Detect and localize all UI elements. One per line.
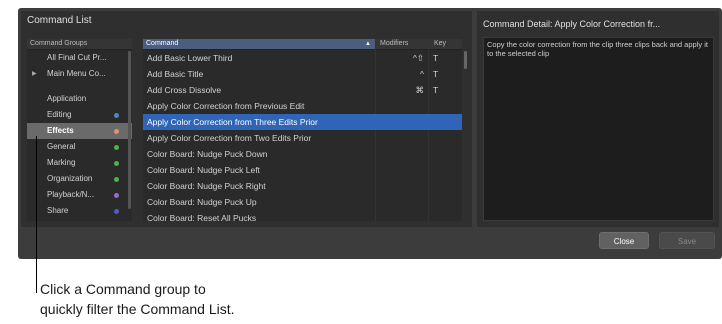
callout-caption: Click a Command group to quickly filter … [40,279,235,319]
command-row[interactable]: Color Board: Nudge Puck Right [143,178,462,194]
command-key: T [433,85,439,95]
modifiers-column-header[interactable]: Modifiers [380,39,408,49]
command-group-label: Marking [47,158,76,167]
command-column-header[interactable]: Command ▲ [143,39,375,49]
group-color-dot-icon [114,145,119,150]
command-group-label: Application [47,94,87,103]
command-row[interactable]: Apply Color Correction from Three Edits … [143,114,462,130]
command-name: Add Basic Lower Third [147,53,233,63]
command-row[interactable]: Color Board: Nudge Puck Down [143,146,462,162]
command-name: Apply Color Correction from Previous Edi… [147,101,305,111]
group-color-dot-icon [114,129,119,134]
command-groups-header[interactable]: Command Groups [27,39,132,50]
command-column-label: Command [146,40,179,47]
groups-scrollbar[interactable] [128,51,131,209]
command-row[interactable]: Apply Color Correction from Two Edits Pr… [143,130,462,146]
callout-line [36,136,37,293]
command-name: Apply Color Correction from Two Edits Pr… [147,133,312,143]
command-row[interactable]: Color Board: Reset All Pucks [143,210,462,221]
command-group-label: All Final Cut Pr... [47,53,107,62]
command-name: Color Board: Nudge Puck Left [147,165,260,175]
command-groups-list[interactable]: Command Groups All Final Cut Pr... ▶ Main … [27,39,132,221]
command-name: Color Board: Nudge Puck Right [147,181,266,191]
command-group-item[interactable]: ▶ Main Menu Co... [27,66,132,82]
close-button[interactable]: Close [599,232,649,249]
command-group-item[interactable]: Organization [27,171,132,187]
command-group-item[interactable]: Application [27,91,132,107]
panel-title: Command List [27,15,92,26]
command-group-item[interactable]: Playback/N... [27,187,132,203]
group-color-dot-icon [114,177,119,182]
commands-table[interactable]: Command ▲ Modifiers Key Add Basic Lower … [143,39,462,221]
command-name: Apply Color Correction from Three Edits … [147,117,318,127]
command-name: Add Basic Title [147,69,204,79]
group-color-dot-icon [114,161,119,166]
command-modifiers: ^⇧ [412,53,424,63]
command-row[interactable]: Color Board: Nudge Puck Up [143,194,462,210]
command-detail-title: Command Detail: Apply Color Correction f… [483,19,661,29]
save-button[interactable]: Save [659,232,715,249]
group-color-dot-icon [114,113,119,118]
command-row[interactable]: Color Board: Nudge Puck Left [143,162,462,178]
command-group-item[interactable]: Effects [27,123,132,139]
command-group-label: General [47,142,76,151]
group-color-dot-icon [114,193,119,198]
command-row[interactable]: Add Basic Lower Third ^⇧ T [143,50,462,66]
command-group-label: Organization [47,174,93,183]
command-row[interactable]: Apply Color Correction from Previous Edi… [143,98,462,114]
command-detail-description: Copy the color correction from the clip … [483,37,714,221]
command-list-window: Command List Command Groups All Final Cu… [18,8,722,259]
callout-line-1: Click a Command group to [40,281,206,297]
callout-line-2: quickly filter the Command List. [40,301,235,317]
command-group-item[interactable]: All Final Cut Pr... [27,50,132,66]
command-name: Color Board: Reset All Pucks [147,213,257,221]
command-modifiers: ⌘ [415,85,425,95]
commands-scrollbar[interactable] [464,51,467,69]
command-group-label: Main Menu Co... [47,69,106,78]
command-name: Color Board: Nudge Puck Up [147,197,257,207]
command-group-item[interactable]: General [27,139,132,155]
key-column-header[interactable]: Key [434,39,446,49]
sort-ascending-icon: ▲ [365,41,371,47]
command-group-item[interactable]: Marking [27,155,132,171]
command-group-item[interactable]: Editing [27,107,132,123]
command-key: T [433,69,439,79]
command-group-item[interactable]: Share [27,203,132,219]
commands-table-header: Command ▲ Modifiers Key [143,39,462,50]
command-detail-panel: Command Detail: Apply Color Correction f… [477,11,719,227]
command-modifiers: ^ [420,69,424,79]
command-group-label: Share [47,206,69,215]
disclosure-triangle-icon[interactable]: ▶ [32,66,37,82]
command-list-panel: Command List Command Groups All Final Cu… [21,11,472,227]
command-row[interactable]: Add Basic Title ^ T [143,66,462,82]
command-group-label: Playback/N... [47,190,95,199]
command-group-label: Effects [47,126,74,135]
command-row[interactable]: Add Cross Dissolve ⌘ T [143,82,462,98]
command-key: T [433,53,439,63]
command-name: Add Cross Dissolve [147,85,222,95]
command-group-label: Editing [47,110,72,119]
group-color-dot-icon [114,209,119,214]
command-name: Color Board: Nudge Puck Down [147,149,268,159]
